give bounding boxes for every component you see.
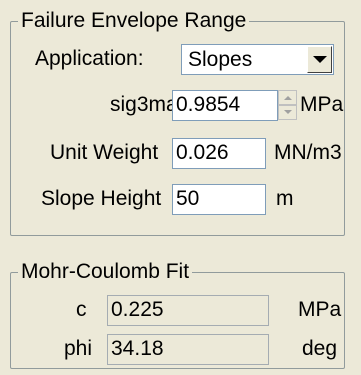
slope-height-field[interactable]: 50 [172, 184, 266, 215]
application-select[interactable]: Slopes [181, 44, 334, 75]
unit-weight-unit: MN/m3 [274, 141, 342, 164]
phi-field: 34.18 [107, 334, 269, 365]
phi-label: phi [64, 337, 93, 360]
c-label: c [76, 298, 87, 321]
failure-envelope-range-group: Failure Envelope Range Application: Slop… [10, 9, 345, 236]
unit-weight-field[interactable]: 0.026 [172, 138, 266, 169]
slope-height-label: Slope Height [41, 187, 162, 210]
slope-height-unit: m [276, 187, 294, 210]
spin-up-button[interactable] [278, 90, 297, 105]
spin-down-icon [284, 110, 292, 114]
sig3max-spinner[interactable] [278, 90, 297, 120]
application-value: Slopes [188, 48, 253, 71]
chevron-down-icon [313, 56, 327, 63]
phi-unit: deg [302, 337, 338, 360]
sig3max-field[interactable]: 0.9854 [172, 90, 278, 121]
phi-value: 34.18 [111, 337, 164, 360]
c-value: 0.225 [111, 298, 164, 321]
slope-height-value: 50 [176, 187, 200, 210]
spin-down-button[interactable] [278, 105, 297, 120]
unit-weight-value: 0.026 [176, 141, 229, 164]
unit-weight-label: Unit Weight [50, 141, 159, 164]
spin-up-icon [284, 96, 292, 100]
application-label: Application: [35, 47, 144, 70]
failure-envelope-range-title: Failure Envelope Range [18, 9, 250, 33]
mohr-coulomb-fit-group: Mohr-Coulomb Fit c 0.225 MPa phi 34.18 d… [10, 260, 345, 369]
c-unit: MPa [298, 298, 342, 321]
sig3max-unit: MPa [300, 93, 344, 116]
mohr-coulomb-fit-title: Mohr-Coulomb Fit [18, 260, 193, 284]
c-field: 0.225 [107, 295, 269, 326]
sig3max-value: 0.9854 [176, 93, 241, 116]
application-dropdown-button[interactable] [307, 46, 332, 73]
